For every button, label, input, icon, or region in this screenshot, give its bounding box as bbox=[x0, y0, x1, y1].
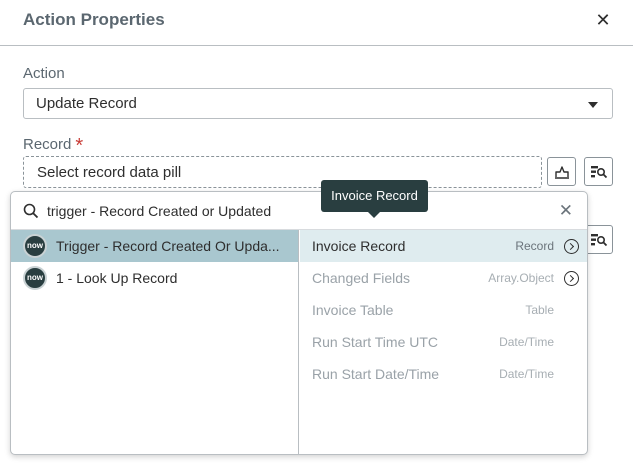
script-toggle-icon bbox=[555, 166, 569, 179]
field-name: Invoice Table bbox=[312, 302, 394, 318]
record-label: Record * bbox=[23, 132, 84, 157]
servicenow-logo-icon: now bbox=[23, 266, 47, 290]
record-pill-placeholder: Select record data pill bbox=[37, 164, 182, 181]
picker-source-list: now Trigger - Record Created Or Upda... … bbox=[11, 230, 299, 454]
chevron-right-circle-icon[interactable] bbox=[564, 239, 579, 254]
source-item-label: 1 - Look Up Record bbox=[56, 270, 178, 286]
required-indicator: * bbox=[75, 135, 84, 157]
source-item-label: Trigger - Record Created Or Upda... bbox=[56, 238, 280, 254]
field-name: Run Start Date/Time bbox=[312, 366, 440, 382]
search-icon bbox=[23, 203, 39, 219]
picker-field-list: Invoice Record Record Changed Fields Arr… bbox=[300, 230, 587, 454]
script-toggle-button[interactable] bbox=[547, 157, 576, 186]
field-item-invoice-record[interactable]: Invoice Record Record bbox=[300, 230, 587, 262]
field-type: Record bbox=[515, 239, 554, 253]
close-icon[interactable]: ✕ bbox=[594, 11, 612, 29]
field-type: Date/Time bbox=[499, 367, 554, 381]
field-item-invoice-table[interactable]: Invoice Table Table bbox=[300, 294, 587, 326]
caret-down-icon bbox=[588, 102, 598, 108]
field-item-run-start-date-time[interactable]: Run Start Date/Time Date/Time bbox=[300, 358, 587, 390]
data-pill-picker-icon bbox=[591, 166, 608, 179]
clear-icon[interactable]: ✕ bbox=[559, 202, 573, 219]
field-item-changed-fields[interactable]: Changed Fields Array.Object bbox=[300, 262, 587, 294]
modal-header: Action Properties ✕ bbox=[0, 0, 633, 46]
record-pill-input[interactable]: Select record data pill bbox=[23, 156, 542, 188]
field-name: Changed Fields bbox=[312, 270, 411, 286]
data-pill-picker-button-2[interactable] bbox=[584, 225, 613, 254]
servicenow-logo-icon: now bbox=[23, 234, 47, 258]
source-item-look-up-record[interactable]: now 1 - Look Up Record bbox=[11, 262, 298, 294]
action-select-value: Update Record bbox=[36, 95, 137, 112]
action-select[interactable]: Update Record bbox=[23, 88, 613, 119]
source-item-trigger[interactable]: now Trigger - Record Created Or Upda... bbox=[11, 230, 298, 262]
picker-search-input[interactable]: trigger - Record Created or Updated bbox=[47, 203, 271, 219]
data-pill-picker-icon bbox=[591, 234, 608, 247]
picker-search-bar[interactable]: trigger - Record Created or Updated ✕ bbox=[11, 192, 587, 230]
field-type: Array.Object bbox=[488, 271, 554, 285]
tooltip-arrow bbox=[367, 211, 381, 218]
record-label-text: Record bbox=[23, 136, 72, 153]
field-name: Run Start Time UTC bbox=[312, 334, 439, 350]
data-pill-picker-button[interactable] bbox=[584, 157, 613, 186]
chevron-right-circle-icon[interactable] bbox=[564, 271, 579, 286]
field-item-run-start-time-utc[interactable]: Run Start Time UTC Date/Time bbox=[300, 326, 587, 358]
data-pill-picker: trigger - Record Created or Updated ✕ no… bbox=[10, 191, 588, 455]
tooltip-text: Invoice Record bbox=[331, 188, 418, 203]
field-name: Invoice Record bbox=[312, 238, 406, 254]
field-type: Table bbox=[525, 303, 554, 317]
action-label: Action bbox=[23, 65, 65, 82]
modal-title: Action Properties bbox=[23, 10, 165, 29]
tooltip: Invoice Record bbox=[321, 180, 428, 218]
field-type: Date/Time bbox=[499, 335, 554, 349]
